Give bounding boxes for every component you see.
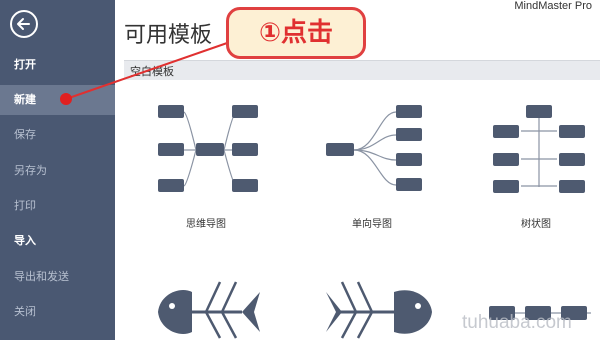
template-label: 单向导图 <box>352 219 392 230</box>
fishbone-right-thumbnail <box>326 281 432 339</box>
sidebar-item-save-as[interactable]: 另存为 <box>0 156 115 186</box>
section-title: 空白模板 <box>130 65 174 78</box>
app-name: MindMaster Pro <box>514 0 592 12</box>
template-fishbone-right[interactable] <box>320 272 440 340</box>
sidebar-item-import[interactable]: 导入 <box>0 226 115 256</box>
template-label: 树状图 <box>521 219 551 230</box>
mind-map-thumbnail <box>158 105 258 192</box>
sidebar-item-new[interactable]: 新建 <box>0 85 115 115</box>
right-map-thumbnail <box>326 105 422 191</box>
page-title: 可用模板 <box>124 23 213 48</box>
fishbone-left-thumbnail <box>158 281 260 339</box>
section-header: 空白模板 <box>124 60 600 80</box>
template-mind-map[interactable]: 思维导图 <box>150 95 270 235</box>
sidebar-item-print[interactable]: 打印 <box>0 191 115 221</box>
arrow-left-icon <box>17 18 30 30</box>
sidebar-item-open[interactable]: 打开 <box>0 50 115 80</box>
tree-map-thumbnail <box>493 105 585 193</box>
template-fishbone-left[interactable] <box>150 272 270 340</box>
sidebar: 打开 新建 保存 另存为 打印 导入 导出和发送 关闭 <box>0 0 115 340</box>
back-button[interactable] <box>10 10 38 38</box>
template-tree-map[interactable]: 树状图 <box>485 95 595 235</box>
annotation-callout: ①点击 <box>226 7 366 59</box>
sidebar-item-save[interactable]: 保存 <box>0 120 115 150</box>
watermark: tuhuaba.com <box>462 312 572 333</box>
sidebar-item-close[interactable]: 关闭 <box>0 297 115 327</box>
template-label: 思维导图 <box>186 219 226 230</box>
sidebar-item-export-send[interactable]: 导出和发送 <box>0 262 115 292</box>
template-right-map[interactable]: 单向导图 <box>320 95 430 235</box>
